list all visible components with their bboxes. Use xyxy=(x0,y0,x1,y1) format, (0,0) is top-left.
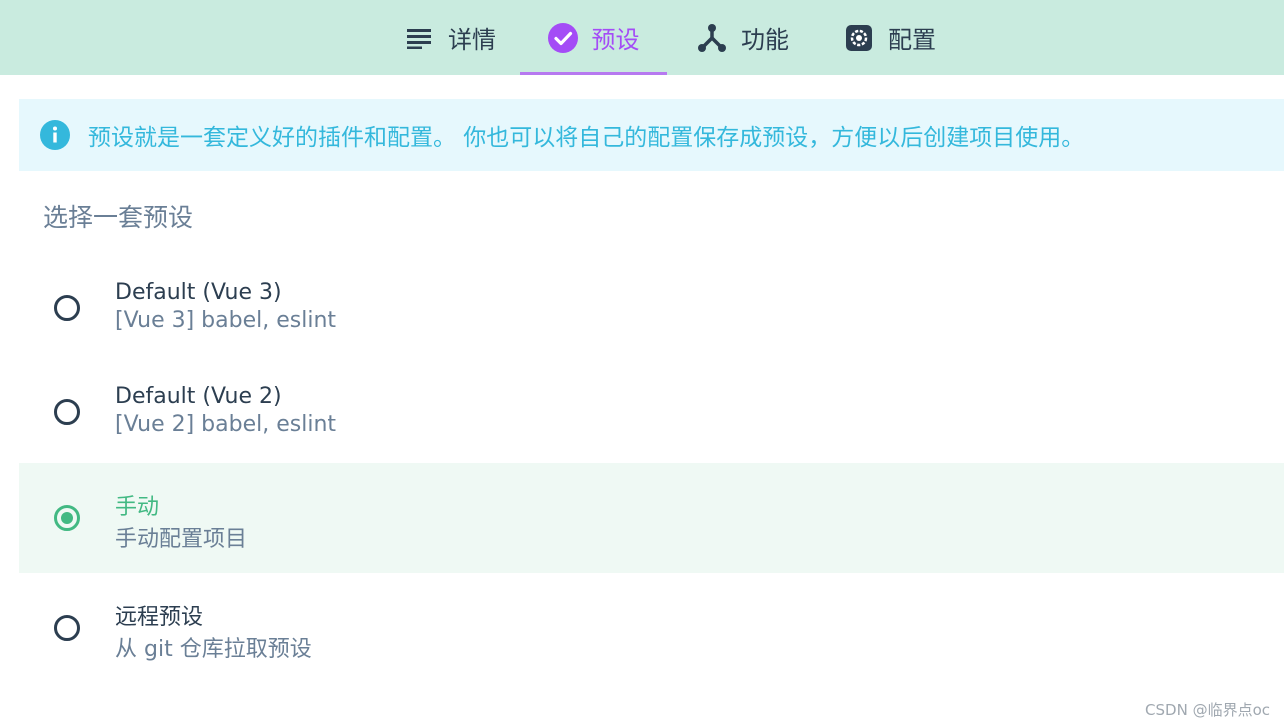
radio-button[interactable] xyxy=(54,295,80,321)
tab-details[interactable]: 详情 xyxy=(400,0,500,75)
preset-option-remote[interactable]: 远程预设 从 git 仓库拉取预设 xyxy=(19,573,1284,683)
preset-option-vue2[interactable]: Default (Vue 2) [Vue 2] babel, eslint xyxy=(19,358,1284,468)
fork-icon xyxy=(697,23,727,53)
info-banner: 预设就是一套定义好的插件和配置。 你也可以将自己的配置保存成预设，方便以后创建项… xyxy=(19,99,1284,171)
section-title: 选择一套预设 xyxy=(43,203,194,232)
info-icon xyxy=(40,120,70,150)
tab-features[interactable]: 功能 xyxy=(693,0,793,75)
tab-presets-label: 预设 xyxy=(591,26,640,54)
preset-title: Default (Vue 2) xyxy=(115,384,282,409)
tab-configuration-label: 配置 xyxy=(888,26,936,54)
preset-description: [Vue 3] babel, eslint xyxy=(115,308,337,333)
tab-configuration[interactable]: 配置 xyxy=(840,0,940,75)
preset-description: 从 git 仓库拉取预设 xyxy=(115,637,312,662)
preset-option-vue3[interactable]: Default (Vue 3) [Vue 3] babel, eslint xyxy=(19,254,1284,364)
radio-button[interactable] xyxy=(54,399,80,425)
top-tab-bar: 详情 预设 功能 配置 xyxy=(0,0,1284,75)
preset-title: Default (Vue 3) xyxy=(115,280,282,305)
tab-features-label: 功能 xyxy=(741,26,789,54)
preset-title: 手动 xyxy=(115,495,160,520)
preset-description: [Vue 2] babel, eslint xyxy=(115,412,337,437)
radio-button-selected[interactable] xyxy=(54,505,80,531)
tab-presets[interactable]: 预设 xyxy=(520,0,667,75)
preset-option-manual[interactable]: 手动 手动配置项目 xyxy=(19,463,1284,573)
tab-details-label: 详情 xyxy=(448,26,496,54)
watermark: CSDN @临界点oc xyxy=(1145,701,1270,719)
preset-description: 手动配置项目 xyxy=(115,527,248,552)
preset-title: 远程预设 xyxy=(115,605,204,630)
check-circle-icon xyxy=(547,22,578,53)
radio-button[interactable] xyxy=(54,615,80,641)
settings-icon xyxy=(844,23,874,53)
list-icon xyxy=(404,23,434,53)
info-text: 预设就是一套定义好的插件和配置。 你也可以将自己的配置保存成预设，方便以后创建项… xyxy=(88,125,1085,151)
